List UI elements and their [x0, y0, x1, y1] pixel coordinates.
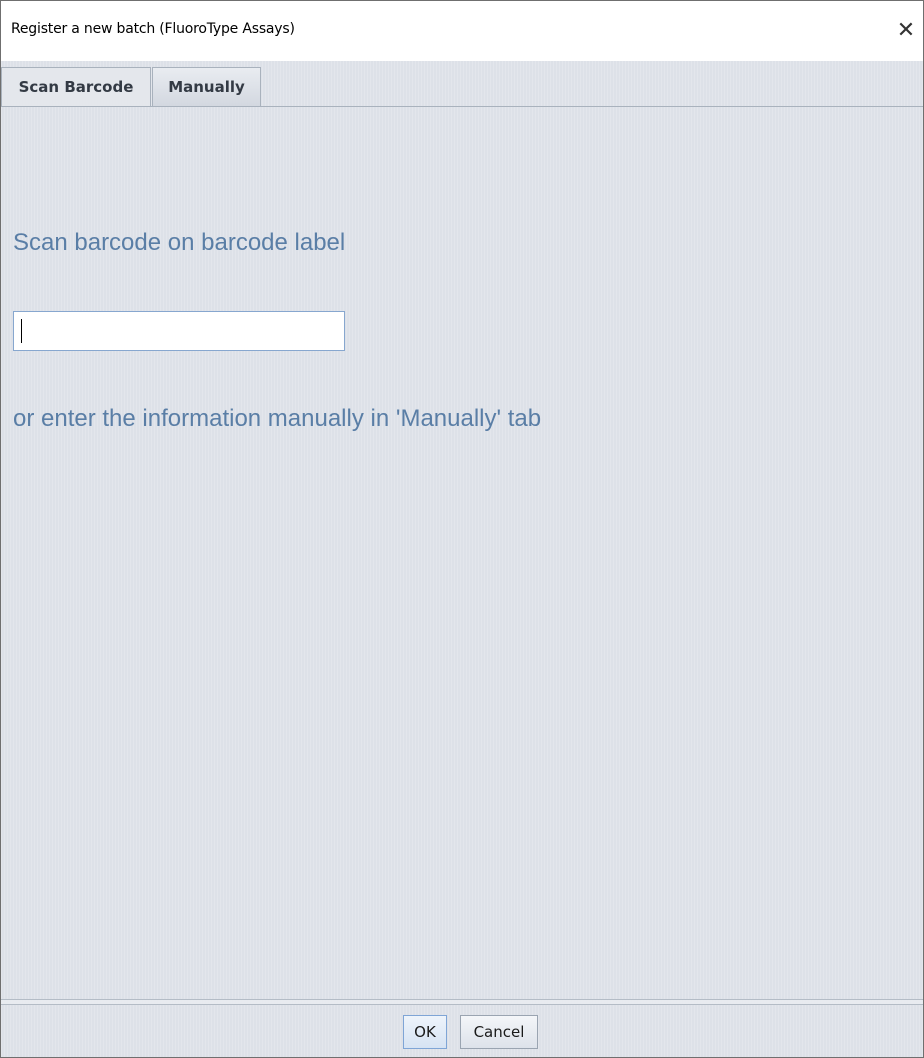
manual-entry-hint: or enter the information manually in 'Ma… — [13, 405, 542, 432]
dialog-content: Scan Barcode Manually Scan barcode on ba… — [1, 61, 923, 1057]
tab-scan-barcode[interactable]: Scan Barcode — [1, 67, 151, 107]
barcode-input[interactable] — [13, 311, 345, 351]
ok-button[interactable]: OK — [403, 1015, 447, 1049]
text-caret — [21, 319, 22, 343]
cancel-button[interactable]: Cancel — [460, 1015, 538, 1049]
tab-divider — [1, 106, 923, 107]
footer-divider — [1, 999, 923, 1005]
tab-strip: Scan Barcode Manually — [1, 61, 923, 107]
register-batch-dialog: Register a new batch (FluoroType Assays)… — [0, 0, 924, 1058]
tab-manually[interactable]: Manually — [152, 67, 261, 106]
scan-instruction: Scan barcode on barcode label — [13, 229, 346, 256]
close-icon[interactable]: ✕ — [889, 13, 923, 49]
window-title: Register a new batch (FluoroType Assays) — [11, 21, 295, 37]
title-bar: Register a new batch (FluoroType Assays)… — [1, 1, 923, 61]
